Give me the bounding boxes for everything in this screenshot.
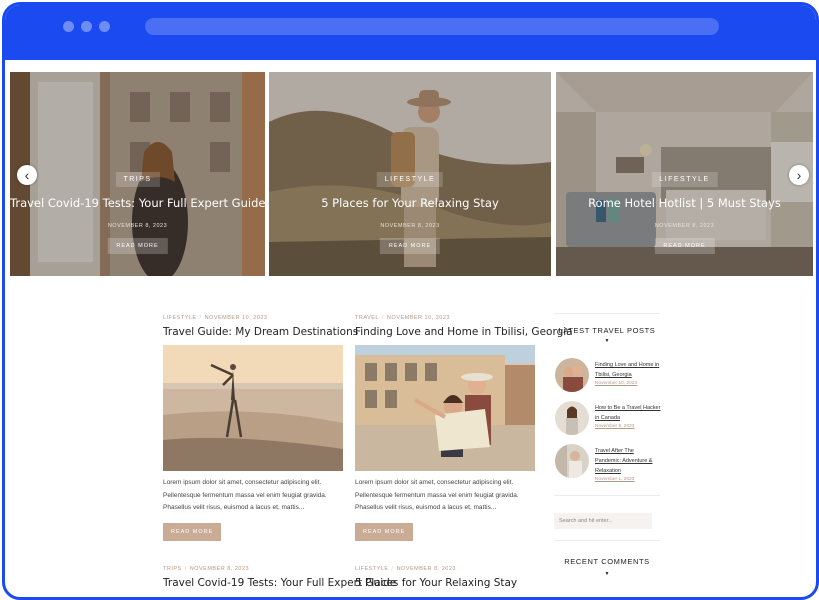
- latest-post-date: November 10, 2023: [595, 381, 638, 386]
- post-date: November 8, 2023: [189, 566, 250, 572]
- read-more-button[interactable]: Read More: [379, 238, 441, 254]
- slide-title[interactable]: 5 Places for Your Relaxing Stay: [269, 196, 551, 210]
- sidebar-divider: [554, 540, 660, 541]
- slide[interactable]: Trips Travel Covid-19 Tests: Your Full E…: [10, 72, 265, 276]
- latest-post-title[interactable]: Travel After The Pandemic: Adventure & R…: [595, 446, 661, 484]
- address-bar[interactable]: [145, 18, 719, 35]
- post-thumbnail[interactable]: [555, 444, 589, 478]
- post-date: November 10, 2023: [387, 315, 450, 321]
- post-title[interactable]: Finding Love and Home in Tbilisi, Georgi…: [355, 326, 573, 338]
- post-thumbnail[interactable]: [555, 401, 589, 435]
- post-title[interactable]: 5 Places for Your Relaxing Stay: [355, 577, 535, 589]
- latest-post-title[interactable]: How to Be a Travel Hacker in Canada Nove…: [595, 403, 661, 431]
- read-more-button[interactable]: Read More: [654, 238, 715, 254]
- slide-date: November 8, 2023: [107, 223, 168, 229]
- post-thumbnail[interactable]: [555, 358, 589, 392]
- window-dot-icon[interactable]: [63, 21, 74, 32]
- slide[interactable]: Lifestyle 5 Places for Your Relaxing Sta…: [269, 72, 551, 276]
- caret-down-icon: ▼: [604, 338, 610, 344]
- post-excerpt: Lorem ipsum dolor sit amet, consectetur …: [163, 479, 327, 511]
- slide-date: November 8, 2023: [654, 223, 715, 229]
- slide-title[interactable]: Travel Covid-19 Tests: Your Full Expert …: [10, 196, 265, 210]
- post-category[interactable]: Lifestyle: [163, 315, 197, 321]
- latest-posts-list: Finding Love and Home in Tbilisi, Georgi…: [554, 358, 660, 487]
- post-category[interactable]: Trips: [163, 566, 182, 572]
- post-image[interactable]: [163, 345, 343, 471]
- post-date: November 10, 2023: [204, 315, 268, 321]
- list-item[interactable]: Travel After The Pandemic: Adventure & R…: [554, 444, 660, 487]
- read-more-button[interactable]: Read More: [355, 522, 414, 541]
- post-category[interactable]: Lifestyle: [355, 566, 389, 572]
- read-more-button[interactable]: Read More: [107, 238, 168, 254]
- sidebar: Latest Travel Posts ▼ Finding Love and H…: [554, 313, 660, 577]
- post-title[interactable]: Travel Guide: My Dream Destinations: [163, 326, 358, 338]
- slide[interactable]: Lifestyle Rome Hotel Hotlist | 5 Must St…: [556, 72, 813, 276]
- post-image[interactable]: [355, 345, 535, 471]
- post-card: Lifestyle / November 8, 2023 5 Places for …: [355, 566, 535, 589]
- latest-posts-heading: Latest Travel Posts: [558, 326, 656, 335]
- caret-down-icon: ▼: [604, 571, 610, 577]
- read-more-button[interactable]: Read More: [163, 522, 222, 541]
- prev-arrow-icon[interactable]: ‹: [17, 165, 37, 185]
- featured-slider: Trips Travel Covid-19 Tests: Your Full E…: [8, 72, 813, 276]
- latest-post-title[interactable]: Finding Love and Home in Tbilisi, Georgi…: [595, 360, 661, 388]
- post-excerpt: Lorem ipsum dolor sit amet, consectetur …: [355, 479, 519, 511]
- slide-category[interactable]: Lifestyle: [376, 172, 444, 187]
- post-date: November 8, 2023: [396, 566, 456, 572]
- post-category[interactable]: Travel: [355, 315, 379, 321]
- browser-toolbar: [5, 5, 816, 60]
- post-card: Lifestyle / November 10, 2023 Travel Guide…: [163, 315, 358, 541]
- recent-comments-heading: Recent Comments: [564, 557, 650, 566]
- post-card: Trips / November 8, 2023 Travel Covid-19 T…: [163, 566, 396, 589]
- post-meta: Lifestyle / November 10, 2023: [163, 315, 268, 321]
- slide-date: November 8, 2023: [380, 223, 440, 229]
- search-input[interactable]: [554, 513, 652, 529]
- browser-window: Trips Travel Covid-19 Tests: Your Full E…: [2, 2, 819, 600]
- list-item[interactable]: How to Be a Travel Hacker in Canada Nove…: [554, 401, 660, 444]
- post-meta: Travel / November 10, 2023: [355, 315, 450, 321]
- post-meta: Trips / November 8, 2023: [163, 566, 250, 572]
- latest-post-date: November 1, 2023: [595, 477, 635, 482]
- latest-post-date: November 8, 2023: [595, 424, 635, 429]
- post-title[interactable]: Travel Covid-19 Tests: Your Full Expert …: [163, 577, 396, 589]
- post-meta: Lifestyle / November 8, 2023: [355, 566, 456, 572]
- window-dot-icon[interactable]: [81, 21, 92, 32]
- slide-category[interactable]: Trips: [115, 172, 160, 187]
- next-arrow-icon[interactable]: ›: [789, 165, 809, 185]
- window-dot-icon[interactable]: [99, 21, 110, 32]
- slide-category[interactable]: Lifestyle: [651, 172, 718, 187]
- sidebar-divider: [554, 495, 660, 496]
- slide-title[interactable]: Rome Hotel Hotlist | 5 Must Stays: [556, 196, 813, 210]
- list-item[interactable]: Finding Love and Home in Tbilisi, Georgi…: [554, 358, 660, 401]
- post-card: Travel / November 10, 2023 Finding Love an…: [355, 315, 573, 541]
